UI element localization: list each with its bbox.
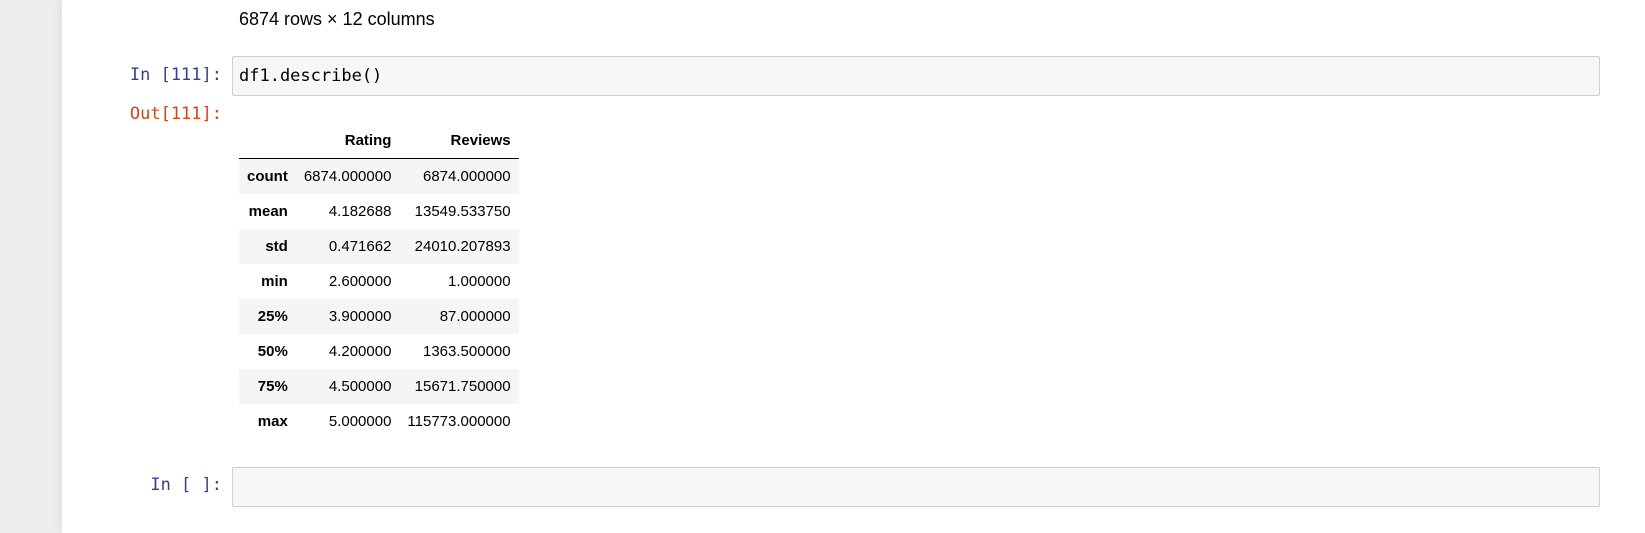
input-prompt-111: In [111]: [129,65,222,85]
index-header [239,122,296,159]
code-input-cell-empty[interactable] [232,467,1600,507]
row-index: max [257,413,288,430]
row-index: count [247,168,288,185]
table-row: count 6874.000000 6874.000000 [239,158,519,194]
rating-cell: 4.500000 [328,378,392,395]
reviews-cell: 15671.750000 [414,378,511,395]
rating-column-header: Rating [295,122,400,159]
row-index: min [261,273,288,290]
row-index: 75% [257,378,288,395]
reviews-cell: 115773.000000 [407,413,511,430]
row-index: mean [248,203,288,220]
notebook-page: 6874 rows × 12 columns In [111]: df1.des… [62,0,1645,533]
row-index: std [265,238,288,255]
rating-cell: 6874.000000 [303,168,392,185]
rating-cell: 4.182688 [328,203,392,220]
reviews-column-header: Reviews [399,122,519,159]
table-row: min 2.600000 1.000000 [239,264,519,299]
reviews-cell: 24010.207893 [414,238,511,255]
row-index: 50% [257,343,288,360]
code-input-cell-111[interactable]: df1.describe() [232,56,1600,96]
rating-cell: 0.471662 [328,238,392,255]
table-row: 75% 4.500000 15671.750000 [239,369,519,404]
table-row: std 0.471662 24010.207893 [239,229,519,264]
rows-columns-summary: 6874 rows × 12 columns [239,9,435,29]
table-header-row: Rating Reviews [239,122,519,159]
table-row: max 5.000000 115773.000000 [239,404,519,439]
row-index: 25% [257,308,288,325]
rating-cell: 4.200000 [328,343,392,360]
reviews-cell: 1363.500000 [423,343,511,360]
reviews-cell: 87.000000 [439,308,511,325]
output-prompt-111: Out[111]: [129,104,222,124]
table-row: 25% 3.900000 87.000000 [239,299,519,334]
reviews-cell: 1.000000 [448,273,511,290]
rating-cell: 2.600000 [328,273,392,290]
describe-dataframe-table: Rating Reviews count 6874.000000 6874.00… [239,122,519,439]
reviews-cell: 13549.533750 [414,203,511,220]
reviews-cell: 6874.000000 [423,168,511,185]
rating-cell: 5.000000 [328,413,392,430]
table-row: 50% 4.200000 1363.500000 [239,334,519,369]
table-row: mean 4.182688 13549.533750 [239,194,519,229]
input-prompt-empty: In [ ]: [150,475,222,495]
rating-cell: 3.900000 [328,308,392,325]
